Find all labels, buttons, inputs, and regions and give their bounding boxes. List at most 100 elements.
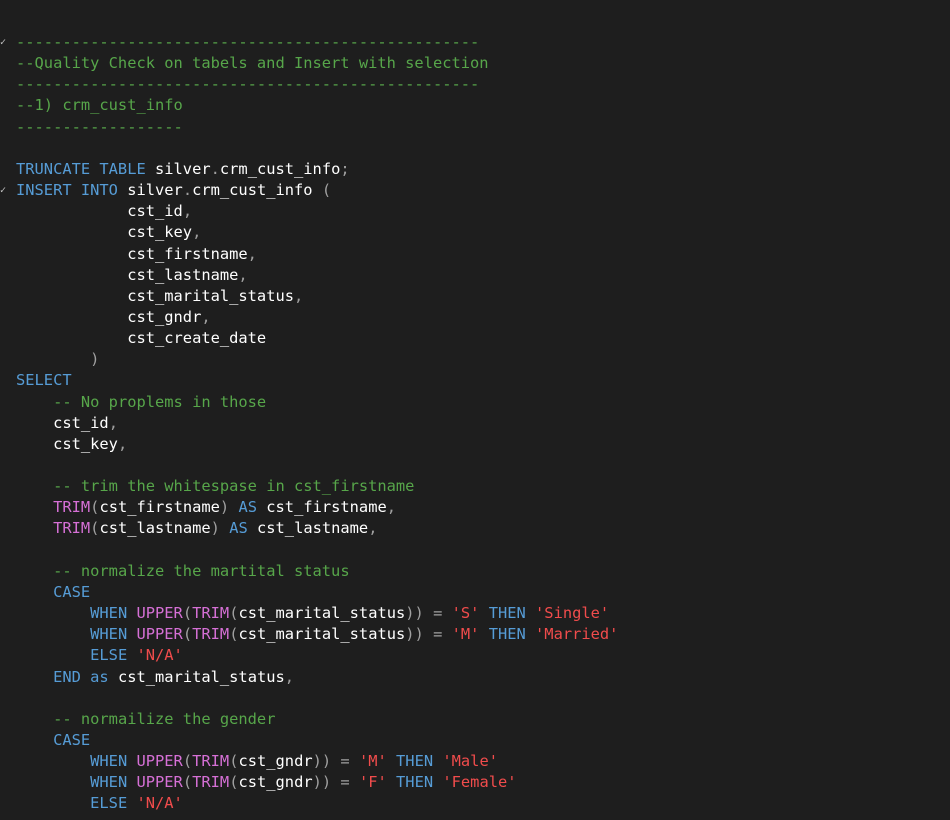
code-token: ELSE <box>90 794 137 813</box>
code-token: as <box>90 667 118 686</box>
code-token: . <box>210 159 220 178</box>
code-token: 'N/A' <box>136 794 183 813</box>
code-line[interactable]: cst_key, <box>16 434 127 455</box>
code-token: ----------------------------------------… <box>16 33 480 51</box>
code-line[interactable]: SELECT <box>16 370 72 391</box>
code-token: TRIM <box>192 752 230 771</box>
code-line[interactable]: --1) crm_cust_info <box>16 95 183 116</box>
code-line[interactable]: cst_firstname, <box>16 244 257 265</box>
code-line[interactable]: TRUNCATE TABLE silver.crm_cust_info; <box>16 159 350 180</box>
code-line[interactable]: --Quality Check on tabels and Insert wit… <box>16 53 489 74</box>
code-line[interactable]: ------------------ <box>16 117 183 138</box>
code-token: TRUNCATE TABLE <box>16 159 155 178</box>
code-line[interactable]: ----------------------------------------… <box>16 74 479 95</box>
code-token: THEN <box>479 625 536 644</box>
code-token: END <box>53 667 91 686</box>
code-line[interactable]: WHEN UPPER(TRIM(cst_marital_status)) = '… <box>16 624 618 645</box>
code-token: UPPER <box>136 752 183 771</box>
code-token: cst_marital_status <box>238 625 406 644</box>
code-token: 'F' <box>358 773 387 792</box>
code-token: SELECT <box>16 371 72 390</box>
code-token: , <box>238 265 248 284</box>
code-line[interactable]: ELSE 'N/A' <box>16 793 183 814</box>
code-token: INSERT INTO <box>16 181 128 200</box>
code-token: CASE <box>53 730 91 749</box>
code-token: WHEN <box>90 604 137 623</box>
code-token: UPPER <box>136 604 183 623</box>
code-token: ( <box>182 752 193 771</box>
code-line[interactable]: -- normailize the gender <box>16 709 275 730</box>
code-token: 'M' <box>451 625 480 644</box>
code-token: , <box>294 286 304 305</box>
code-token: cst_gndr <box>127 307 202 326</box>
code-line[interactable]: ) <box>16 349 99 370</box>
code-token: --Quality Check on tabels and Insert wit… <box>16 54 489 73</box>
code-line[interactable]: WHEN UPPER(TRIM(cst_gndr)) = 'F' THEN 'F… <box>16 772 516 793</box>
code-token: cst_marital_status <box>238 604 406 623</box>
code-token: ) <box>210 519 230 538</box>
code-token: UPPER <box>136 625 183 644</box>
code-token: , <box>108 413 118 432</box>
code-token: 'Married' <box>535 625 619 644</box>
code-line[interactable]: cst_create_date <box>16 328 266 349</box>
code-line[interactable]: cst_id, <box>16 413 118 434</box>
code-line[interactable]: END as cst_marital_status, <box>16 667 294 688</box>
code-line[interactable]: cst_marital_status, <box>16 286 303 307</box>
code-token: THEN <box>386 773 443 792</box>
code-token: TRIM <box>192 773 230 792</box>
code-token: -- normailize the gender <box>53 709 276 728</box>
fold-chevron-icon[interactable]: ✓ <box>0 180 8 201</box>
code-token: AS <box>238 498 267 517</box>
code-line[interactable]: -- normalize the martital status <box>16 561 350 582</box>
code-token: , <box>117 434 128 453</box>
code-token: )) = <box>312 752 359 771</box>
code-token: 'S' <box>451 604 480 623</box>
code-line[interactable]: INSERT INTO silver.crm_cust_info ( <box>16 180 331 201</box>
code-token: , <box>182 202 193 221</box>
code-line[interactable]: WHEN UPPER(TRIM(cst_gndr)) = 'M' THEN 'M… <box>16 751 498 772</box>
code-token: cst_gndr <box>238 773 313 792</box>
code-line[interactable]: ELSE 'N/A' <box>16 645 183 666</box>
code-line[interactable]: WHEN UPPER(TRIM(cst_marital_status)) = '… <box>16 603 609 624</box>
code-token: cst_marital_status <box>117 667 285 686</box>
code-line[interactable]: cst_lastname, <box>16 265 248 286</box>
fold-chevron-icon[interactable]: ✓ <box>0 32 8 53</box>
code-token: cst_id <box>127 202 183 221</box>
code-line[interactable]: cst_id, <box>16 201 192 222</box>
code-token: WHEN <box>90 625 137 644</box>
code-line[interactable]: CASE <box>16 582 90 603</box>
code-line[interactable]: CASE <box>16 730 90 751</box>
code-token: ----------------------------------------… <box>16 75 480 94</box>
code-token: cst_key <box>53 434 118 453</box>
code-token: ( <box>182 604 193 623</box>
code-token: silver <box>127 181 183 200</box>
code-line[interactable]: ----------------------------------------… <box>16 32 479 53</box>
code-line[interactable]: TRIM(cst_lastname) AS cst_lastname, <box>16 518 377 539</box>
code-token: -- No proplems in those <box>53 392 267 411</box>
code-line[interactable]: -- No proplems in those <box>16 392 266 413</box>
code-token: . <box>182 181 193 200</box>
code-token: cst_lastname <box>99 519 211 538</box>
code-token: TRIM <box>192 625 230 644</box>
code-editor[interactable]: ----------------------------------------… <box>0 0 950 820</box>
code-line[interactable]: cst_key, <box>16 222 201 243</box>
code-token: TRIM <box>192 604 230 623</box>
code-token: ; <box>340 159 350 178</box>
code-token: CASE <box>53 582 91 601</box>
code-line[interactable]: cst_gndr, <box>16 307 210 328</box>
code-token: THEN <box>386 752 443 771</box>
code-line[interactable]: -- trim the whitespase in cst_firstname <box>16 476 414 497</box>
code-token: cst_create_date <box>127 329 267 348</box>
code-line[interactable]: TRIM(cst_firstname) AS cst_firstname, <box>16 497 396 518</box>
